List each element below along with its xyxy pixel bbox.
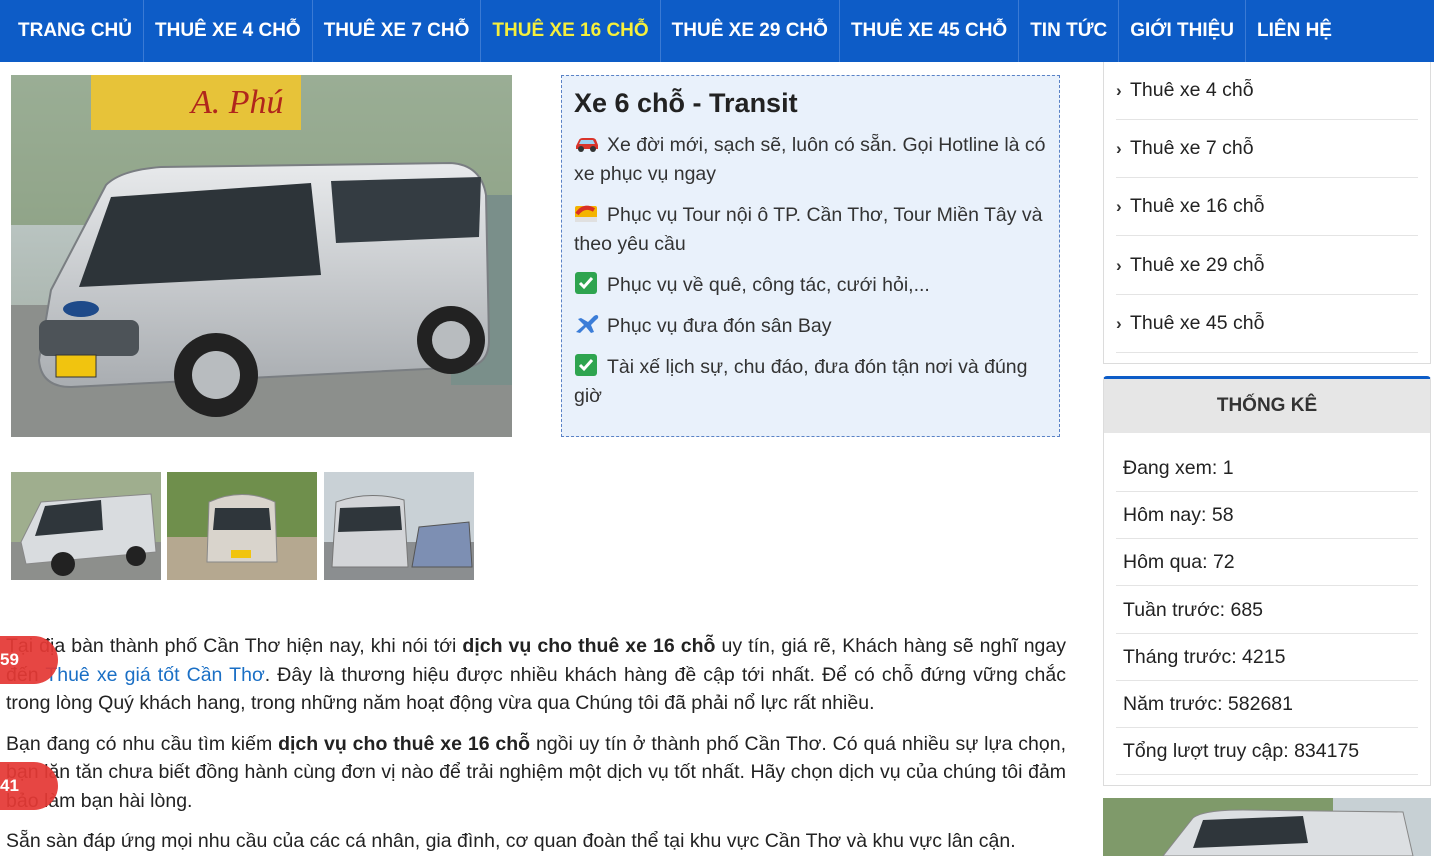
nav-item-45-seat[interactable]: THUÊ XE 45 CHỖ — [840, 0, 1020, 62]
sidebar-item-16-seat[interactable]: › Thuê xe 16 chỗ — [1116, 178, 1418, 236]
feature-item: Phục vụ Tour nội ô TP. Cần Thơ, Tour Miề… — [574, 201, 1047, 259]
check-icon — [574, 354, 600, 376]
stat-row: Hôm nay: 58 — [1116, 492, 1418, 539]
nav-item-29-seat[interactable]: THUÊ XE 29 CHỖ — [661, 0, 840, 62]
sidebar-item-label: Thuê xe 45 chỗ — [1130, 312, 1265, 334]
van-photo-illustration — [1103, 798, 1431, 856]
article-paragraph: Sẵn sàn đáp ứng mọi nhu cầu của các cá n… — [6, 830, 1016, 852]
feature-text: Phục vụ đưa đón sân Bay — [607, 315, 832, 337]
tour-icon — [574, 202, 600, 224]
stat-row: Hôm qua: 72 — [1116, 539, 1418, 586]
stat-row: Tổng lượt truy cập: 834175 — [1116, 728, 1418, 775]
statistics-widget: THỐNG KÊ Đang xem: 1 Hôm nay: 58 Hôm qua… — [1103, 376, 1431, 786]
article-paragraph: Bạn đang có nhu cầu tìm kiếm dịch vụ cho… — [6, 730, 1066, 816]
nav-item-7-seat[interactable]: THUÊ XE 7 CHỖ — [313, 0, 482, 62]
nav-item-news[interactable]: TIN TỨC — [1019, 0, 1120, 62]
sidebar-item-29-seat[interactable]: › Thuê xe 29 chỗ — [1116, 237, 1418, 295]
article-paragraph: Tại địa bàn thành phố Cần Thơ hiện nay, … — [6, 632, 1066, 718]
main-product-photo[interactable]: A. Phú — [11, 75, 512, 437]
nav-item-home[interactable]: TRANG CHỦ — [7, 0, 144, 62]
top-navigation: TRANG CHỦ THUÊ XE 4 CHỖ THUÊ XE 7 CHỖ TH… — [0, 0, 1434, 62]
van-thumbnail-image — [11, 472, 161, 580]
sidebar-item-label: Thuê xe 4 chỗ — [1130, 79, 1254, 101]
feature-text: Phục vụ Tour nội ô TP. Cần Thơ, Tour Miề… — [574, 204, 1043, 255]
car-icon — [574, 132, 600, 154]
nav-item-about[interactable]: GIỚI THIỆU — [1119, 0, 1247, 62]
sidebar-item-label: Thuê xe 16 chỗ — [1130, 195, 1265, 217]
thumbnail-2[interactable] — [167, 472, 317, 580]
nav-item-16-seat[interactable]: THUÊ XE 16 CHỖ — [481, 0, 661, 62]
feature-text: Phục vụ về quê, công tác, cưới hỏi,... — [607, 274, 930, 296]
sidebar-item-45-seat[interactable]: › Thuê xe 45 chỗ — [1116, 295, 1418, 353]
feature-box: Xe 6 chỗ - Transit Xe đời mới, sạch sẽ, … — [561, 75, 1060, 437]
product-title: Xe 6 chỗ - Transit — [574, 88, 798, 118]
bold-keyword: dịch vụ cho thuê xe 16 chỗ — [278, 732, 531, 755]
airplane-icon — [574, 313, 600, 335]
chevron-right-icon: › — [1116, 80, 1122, 100]
nav-item-4-seat[interactable]: THUÊ XE 4 CHỖ — [144, 0, 313, 62]
feature-text: Xe đời mới, sạch sẽ, luôn có sẵn. Gọi Ho… — [574, 134, 1046, 185]
sidebar-categories: › Thuê xe 4 chỗ › Thuê xe 7 chỗ › Thuê xe 1… — [1103, 62, 1431, 364]
feature-item: Phục vụ về quê, công tác, cưới hỏi,... — [574, 271, 1047, 300]
sidebar-item-label: Thuê xe 7 chỗ — [1130, 137, 1254, 159]
floating-badge[interactable]: 41 — [0, 762, 58, 810]
thumbnail-1[interactable] — [11, 472, 161, 580]
feature-text: Tài xế lịch sự, chu đáo, đưa đón tận nơi… — [574, 356, 1028, 407]
stat-row: Đang xem: 1 — [1116, 445, 1418, 492]
chevron-right-icon: › — [1116, 138, 1122, 158]
text-span: Bạn đang có nhu cầu tìm kiếm — [6, 732, 279, 755]
feature-item: Xe đời mới, sạch sẽ, luôn có sẵn. Gọi Ho… — [574, 131, 1047, 189]
text-span: Tại địa bàn thành phố Cần Thơ hiện nay, … — [6, 635, 463, 657]
article-body: Tại địa bàn thành phố Cần Thơ hiện nay, … — [6, 632, 1066, 856]
van-photo-illustration: A. Phú — [11, 75, 512, 437]
sidebar-item-4-seat[interactable]: › Thuê xe 4 chỗ — [1116, 62, 1418, 120]
feature-item: Tài xế lịch sự, chu đáo, đưa đón tận nơi… — [574, 353, 1047, 411]
chevron-right-icon: › — [1116, 255, 1122, 275]
chevron-right-icon: › — [1116, 313, 1122, 333]
check-icon — [574, 272, 600, 294]
feature-item: Phục vụ đưa đón sân Bay — [574, 312, 1047, 341]
stat-row: Tuần trước: 685 — [1116, 587, 1418, 634]
sidebar-item-label: Thuê xe 29 chỗ — [1130, 254, 1265, 276]
van-thumbnail-image — [324, 472, 474, 580]
stat-row: Tháng trước: 4215 — [1116, 634, 1418, 681]
bold-keyword: dịch vụ cho thuê xe 16 chỗ — [462, 635, 716, 657]
sidebar-van-photo[interactable] — [1103, 798, 1431, 856]
van-thumbnail-image — [167, 472, 317, 580]
sidebar-item-7-seat[interactable]: › Thuê xe 7 chỗ — [1116, 120, 1418, 178]
chevron-right-icon: › — [1116, 196, 1122, 216]
stat-row: Năm trước: 582681 — [1116, 681, 1418, 728]
article-link[interactable]: Thuê xe giá tốt Cần Thơ — [45, 664, 264, 686]
statistics-title: THỐNG KÊ — [1104, 379, 1430, 433]
shop-sign-text: A. Phú — [189, 84, 284, 121]
nav-item-contact[interactable]: LIÊN HỆ — [1246, 0, 1343, 62]
thumbnail-3[interactable] — [324, 472, 474, 580]
floating-badge[interactable]: 59 — [0, 636, 58, 684]
